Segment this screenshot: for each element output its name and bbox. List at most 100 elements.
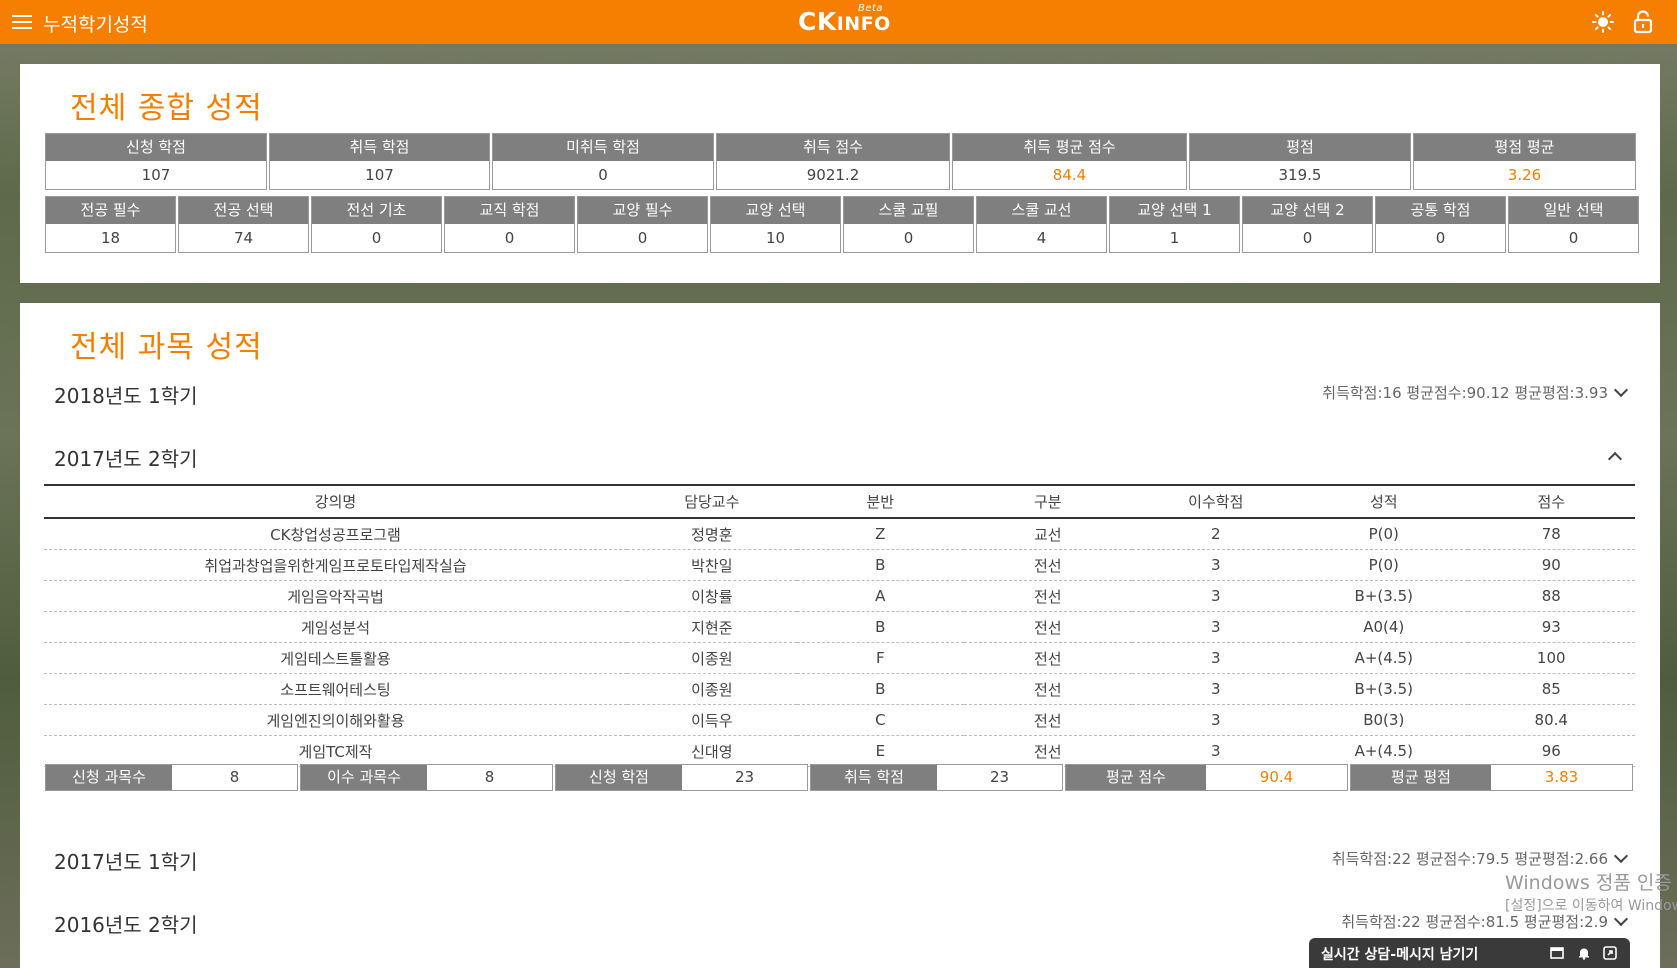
stat-value: 107: [270, 161, 489, 189]
section: F: [796, 642, 965, 674]
total-label: 평균 평점: [1351, 765, 1491, 790]
semester-header-2017-1[interactable]: 2017년도 1학기: [54, 846, 198, 875]
total-value: 8: [427, 765, 552, 790]
stat-major-elective: 전공 선택 74: [178, 196, 309, 253]
stat-average-score: 취득 평균 점수 84.4: [952, 133, 1187, 190]
category: 전선: [964, 673, 1132, 705]
stat-label: 평점 평균: [1414, 134, 1635, 161]
credits: 3: [1131, 549, 1301, 581]
stat-teaching-credits: 교직 학점 0: [444, 196, 575, 253]
credits: 3: [1131, 673, 1301, 705]
table-row: 게임음악작곡법 이창률 A 전선 3 B+(3.5) 88: [44, 580, 1635, 612]
stat-earned-credits: 취득 학점 107: [269, 133, 490, 190]
chat-label[interactable]: 실시간 상담-메시지 남기기: [1321, 944, 1478, 964]
table-row: 취업과창업을위한게임프로토타입제작실습 박찬일 B 전선 3 P(0) 90: [44, 549, 1635, 581]
stat-label: 취득 학점: [270, 134, 489, 161]
grade: A0(4): [1300, 611, 1468, 643]
total-value: 90.4: [1206, 765, 1347, 790]
semester-summary-text: 취득학점:16 평균점수:90.12 평균평점:3.93: [1322, 384, 1608, 402]
stat-value: 84.4: [953, 161, 1186, 189]
professor: 이창률: [627, 580, 797, 612]
semester-header-2017-2[interactable]: 2017년도 2학기: [54, 443, 198, 472]
chevron-down-icon[interactable]: [1613, 382, 1629, 398]
overall-grades-card: 전체 종합 성적 신청 학점 107 취득 학점 107 미취득 학점 0 취득 점수…: [20, 64, 1660, 283]
table-row: 소프트웨어테스팅 이종원 B 전선 3 B+(3.5) 85: [44, 673, 1635, 705]
logo-main-text: CK: [798, 7, 837, 36]
score: 80.4: [1467, 704, 1635, 736]
credits: 3: [1131, 611, 1301, 643]
app-logo[interactable]: CKINFO Beta: [798, 3, 891, 36]
credits: 3: [1131, 580, 1301, 612]
section: E: [796, 735, 965, 767]
stat-school-elective: 스쿨 교선 4: [976, 196, 1107, 253]
category: 전선: [964, 642, 1132, 674]
expand-icon[interactable]: [1603, 946, 1617, 960]
chevron-up-icon[interactable]: [1607, 451, 1623, 467]
semester-header-2018-1[interactable]: 2018년도 1학기: [54, 380, 198, 409]
stat-gpa-total: 평점 319.5: [1189, 133, 1411, 190]
grade: B+(3.5): [1300, 673, 1468, 705]
total-label: 취득 학점: [811, 765, 937, 790]
stat-requested-credits: 신청 학점 107: [45, 133, 267, 190]
semester-header-2016-2[interactable]: 2016년도 2학기: [54, 909, 198, 938]
score: 96: [1467, 735, 1635, 767]
stat-value: 0: [1376, 224, 1505, 252]
professor: 박찬일: [627, 549, 797, 581]
semester-summary-2017-1[interactable]: 취득학점:22 평균점수:79.5 평균평점:2.66: [1332, 848, 1629, 869]
total-requested-credits: 신청 학점 23: [555, 764, 808, 791]
column-header: 강의명: [314, 493, 357, 511]
column-header: 담당교수: [684, 493, 740, 511]
category: 전선: [964, 735, 1132, 767]
category: 전선: [964, 580, 1132, 612]
overall-stat-row-2: 전공 필수 18 전공 선택 74 전선 기초 0 교직 학점 0 교양 필수 0 교양 …: [45, 196, 1641, 253]
category: 전선: [964, 611, 1132, 643]
table-row: 게임테스트툴활용 이종원 F 전선 3 A+(4.5) 100: [44, 642, 1635, 674]
stat-earned-score: 취득 점수 9021.2: [716, 133, 950, 190]
stat-label: 미취득 학점: [493, 134, 713, 161]
table-row: 게임엔진의이해와활용 이득우 C 전선 3 B0(3) 80.4: [44, 704, 1635, 736]
stat-value: 1: [1110, 224, 1239, 252]
credits: 2: [1131, 518, 1301, 550]
professor: 지현준: [627, 611, 797, 643]
stat-label: 교양 선택 1: [1110, 197, 1239, 224]
section: Z: [796, 518, 965, 550]
chevron-down-icon[interactable]: [1613, 848, 1629, 864]
stat-label: 교직 학점: [445, 197, 574, 224]
stat-gpa-average: 평점 평균 3.26: [1413, 133, 1636, 190]
lock-icon[interactable]: [1633, 10, 1653, 34]
stat-liberal-elective-2: 교양 선택 20: [1242, 196, 1373, 253]
hamburger-menu-icon[interactable]: [12, 15, 32, 29]
stat-value: 4: [977, 224, 1106, 252]
course-name: CK창업성공프로그램: [44, 518, 628, 550]
stat-liberal-required: 교양 필수 0: [577, 196, 708, 253]
score: 78: [1467, 518, 1635, 550]
stat-liberal-elective: 교양 선택 10: [710, 196, 841, 253]
stat-label: 평점: [1190, 134, 1410, 161]
section: B: [796, 673, 965, 705]
professor: 이득우: [627, 704, 797, 736]
stat-general-elective: 일반 선택 0: [1508, 196, 1639, 253]
stat-label: 교양 선택: [711, 197, 840, 224]
column-header: 분반: [866, 493, 895, 511]
grade: B+(3.5): [1300, 580, 1468, 612]
semester-summary-2018-1[interactable]: 취득학점:16 평균점수:90.12 평균평점:3.93: [1322, 382, 1629, 403]
table-row: 게임TC제작 신대영 E 전선 3 A+(4.5) 96: [44, 735, 1635, 767]
bell-icon[interactable]: [1577, 946, 1591, 960]
credits: 3: [1131, 704, 1301, 736]
live-chat-bar[interactable]: 실시간 상담-메시지 남기기: [1309, 938, 1630, 968]
grade: P(0): [1300, 549, 1468, 581]
category: 전선: [964, 704, 1132, 736]
total-value: 23: [937, 765, 1062, 790]
windows-activation-watermark: Windows 정품 인증 [설정]으로 이동하여 Windows: [1505, 872, 1677, 918]
total-value: 8: [172, 765, 297, 790]
window-icon[interactable]: [1550, 946, 1564, 960]
total-requested-courses: 신청 과목수 8: [45, 764, 298, 791]
page-title: 누적학기성적: [43, 14, 148, 36]
course-name: 게임음악작곡법: [44, 580, 628, 612]
courses-title: 전체 과목 성적: [70, 330, 263, 365]
sun-icon[interactable]: [1592, 11, 1614, 33]
section: B: [796, 549, 965, 581]
grade: A+(4.5): [1300, 735, 1468, 767]
table-row: 게임성분석 지현준 B 전선 3 A0(4) 93: [44, 611, 1635, 643]
stat-common-credits: 공통 학점 0: [1375, 196, 1506, 253]
